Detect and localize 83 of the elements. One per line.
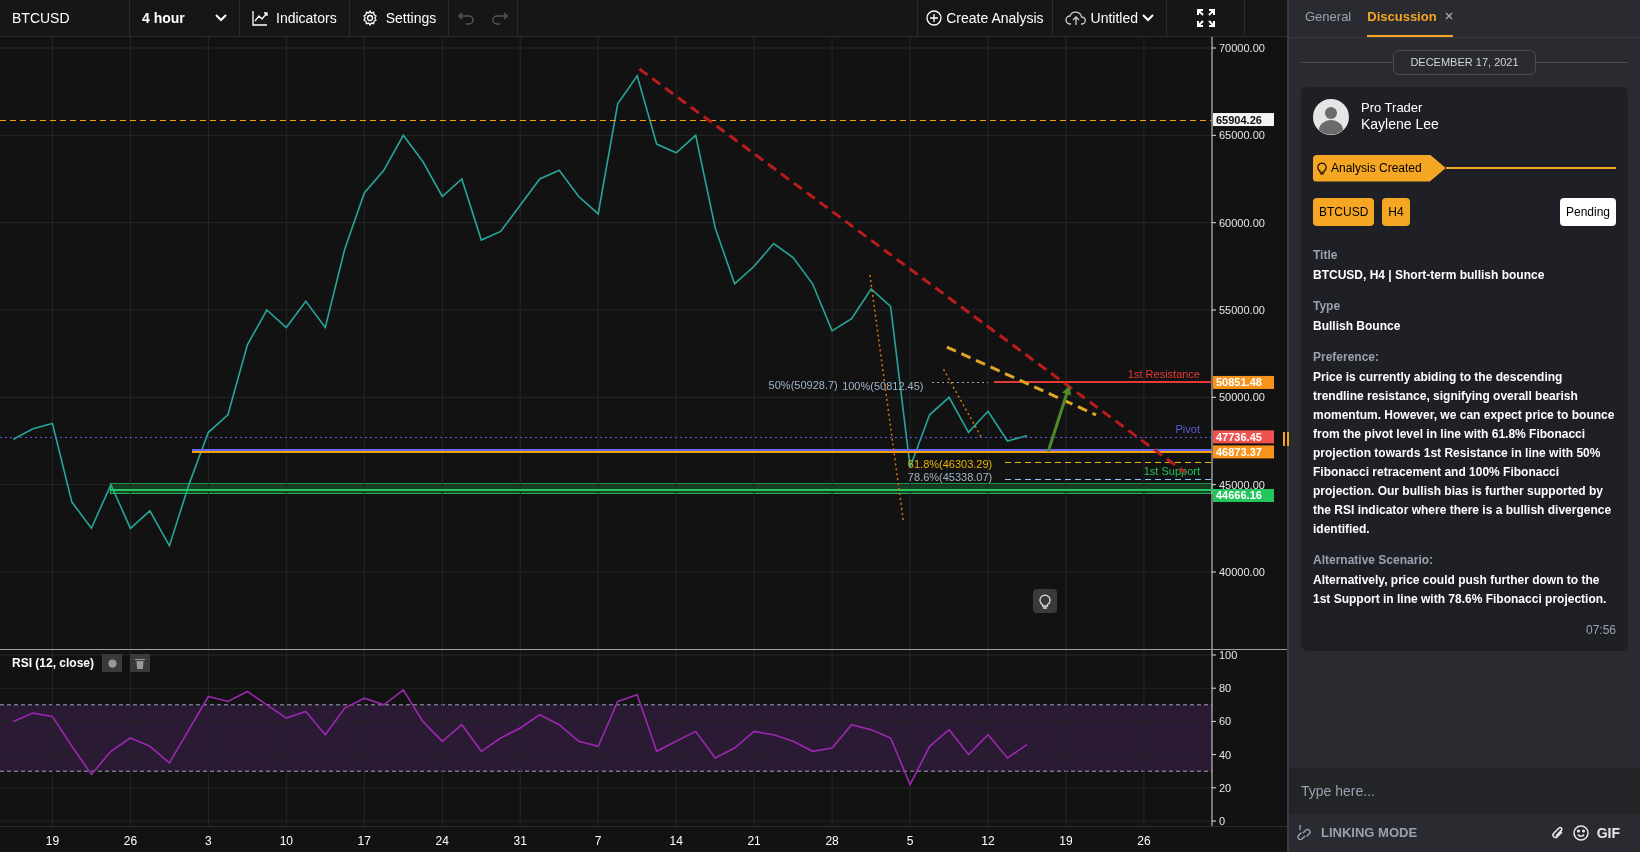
line-chart-icon [252, 10, 268, 26]
add-icon [926, 10, 943, 26]
date-label: 21 [747, 833, 761, 850]
axis-label: 60000.00 [1219, 216, 1265, 229]
lightbulb-icon [1039, 593, 1051, 609]
resize-handle[interactable] [1283, 432, 1289, 446]
level-label: 1st Support [1143, 464, 1200, 477]
idea-button[interactable] [1033, 589, 1057, 613]
attachment-icon[interactable] [1550, 825, 1565, 841]
price-tag: 50851.48 [1213, 375, 1274, 389]
axis-label: 65000.00 [1219, 129, 1265, 142]
date-label: 7 [594, 833, 602, 850]
date-label: 12 [981, 833, 995, 850]
message-input[interactable]: Type here... [1289, 768, 1640, 814]
date-label: 31 [513, 833, 527, 850]
date-label: 28 [825, 833, 839, 850]
avatar [1313, 98, 1349, 135]
status-ribbon: Analysis Created [1313, 154, 1446, 182]
author-name: Kaylene Lee [1361, 115, 1439, 134]
axis-label: 45000.00 [1219, 478, 1265, 491]
axis-label: 40000.00 [1219, 566, 1265, 578]
date-label: 24 [435, 833, 449, 850]
axis-label: 55000.00 [1219, 304, 1265, 316]
panel-tab[interactable]: General [1305, 6, 1352, 37]
symbol-tag: H4 [1382, 197, 1410, 226]
link-icon[interactable] [1297, 824, 1313, 842]
field-label: Title [1313, 246, 1339, 264]
fib-label: 78.6%(45338.07) [907, 471, 993, 484]
date-label: 3 [205, 833, 212, 850]
date-label: 10 [279, 833, 293, 850]
axis-label: 100 [1219, 650, 1238, 661]
interval-dropdown[interactable]: 4 hour [130, 0, 240, 36]
status-badge: Pending [1559, 197, 1616, 226]
settings-button[interactable] [102, 654, 123, 672]
date-separator: DECEMBER 17, 2021 [1393, 50, 1536, 75]
price-tag: 44666.16 [1213, 489, 1274, 502]
cloud-upload-icon [1064, 10, 1087, 26]
field-label: Type [1313, 297, 1342, 315]
emoji-icon[interactable] [1572, 825, 1589, 841]
field-label: Alternative Scenario: [1313, 551, 1435, 569]
create-analysis-button[interactable]: Create Analysis [917, 0, 1053, 36]
date-label: 26 [1137, 833, 1151, 850]
close-icon[interactable] [1444, 12, 1453, 21]
price-tag: 46873.37 [1213, 445, 1274, 459]
axis-label: 20 [1219, 781, 1232, 794]
settings-button[interactable]: Settings [349, 0, 450, 36]
date-label: 17 [357, 833, 371, 850]
axis-label: 40 [1219, 748, 1232, 761]
field-value: Price is currently abiding to the descending trendline resistance, signifying overall bearish momentum. However, we can expect price to bounce from the pivot level in line with 61.8% Fibonacci projection towards 1st Resistance in line with 50% Fibonacci retracement and 100% Fibonacci projection. Our bullish bias is further supported by the RSI indicator where there is a bullish divergence identified. [1313, 368, 1616, 538]
field-value: Alternatively, price could push further down to the 1st Support in line with 78.6% Fibonacci projection. [1313, 571, 1608, 608]
symbol-label: BTCUSD [0, 0, 130, 36]
panel-tab[interactable]: Discussion [1367, 6, 1453, 37]
price-tag: 65904.26 [1213, 113, 1274, 127]
date-label: 19 [45, 833, 60, 850]
chevron-down-icon [1142, 14, 1154, 22]
date-label: 26 [123, 833, 138, 850]
axis-label: 50000.00 [1219, 391, 1265, 404]
date-label: 14 [669, 833, 683, 850]
fib-label: 50%(50928.7) [768, 379, 838, 392]
field-value: Bullish Bounce [1313, 317, 1402, 335]
linking-mode-toggle[interactable]: LINKING MODE [1321, 823, 1418, 843]
indicator-title: RSI (12, close) [12, 655, 95, 672]
trash-icon [135, 657, 146, 669]
level-label: 1st Resistance [1127, 368, 1200, 381]
delete-button[interactable] [130, 654, 151, 672]
level-label: Pivot [1175, 422, 1200, 435]
gif-button[interactable]: GIF [1596, 822, 1632, 844]
axis-label: 70000.00 [1219, 42, 1265, 54]
axis-label: 0 [1219, 815, 1226, 826]
price-tag: 47736.45 [1213, 430, 1274, 444]
chevron-down-icon [215, 14, 227, 22]
axis-label: 60 [1219, 715, 1232, 728]
indicators-button[interactable]: Indicators [240, 0, 350, 36]
layout-dropdown[interactable]: Untitled [1052, 0, 1167, 36]
timestamp: 07:56 [1585, 621, 1616, 639]
author-role: Pro Trader [1361, 99, 1424, 116]
lightbulb-icon [1317, 161, 1327, 175]
axis-label: 80 [1219, 682, 1232, 695]
field-label: Preference: [1313, 348, 1381, 366]
date-label: 19 [1059, 833, 1073, 850]
field-value: BTCUSD, H4 | Short-term bullish bounce [1313, 266, 1546, 284]
symbol-tag: BTCUSD [1313, 197, 1375, 226]
date-label: 5 [906, 833, 914, 850]
